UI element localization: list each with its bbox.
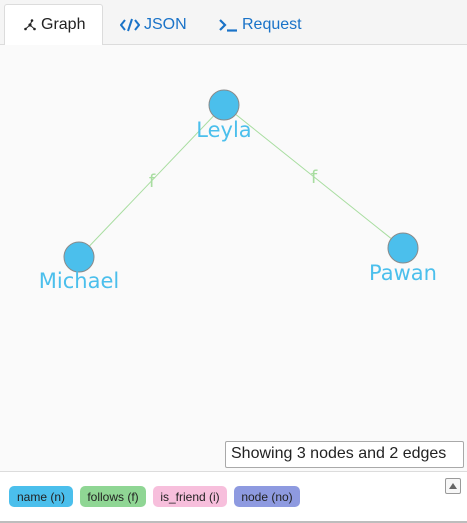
graph-edge-label: f xyxy=(311,167,318,188)
legend-chip-is-friend[interactable]: is_friend (i) xyxy=(153,486,227,507)
tab-json-label: JSON xyxy=(144,15,187,33)
graph-edge-label: f xyxy=(149,171,156,192)
tab-graph[interactable]: Graph xyxy=(4,4,103,46)
node-pawan[interactable] xyxy=(387,232,419,264)
tab-graph-label: Graph xyxy=(41,16,86,33)
terminal-icon xyxy=(218,18,238,32)
tab-bar: Graph JSON Request xyxy=(0,0,467,46)
tab-request-label: Request xyxy=(242,15,302,33)
graph-canvas[interactable]: f f Leyla Michael Pawan xyxy=(0,45,467,471)
legend-chip-follows[interactable]: follows (f) xyxy=(80,486,146,507)
code-icon xyxy=(120,18,140,32)
legend-collapse-button[interactable] xyxy=(445,478,461,494)
graph-svg: f f Leyla Michael Pawan xyxy=(39,89,437,293)
legend-chip-node[interactable]: node (no) xyxy=(234,486,300,507)
legend-bar: name (n) follows (f) is_friend (i) node … xyxy=(0,471,467,521)
node-michael-label: Michael xyxy=(39,269,119,293)
node-michael[interactable] xyxy=(63,241,95,273)
graph-view-panel: Graph JSON Request f f Leyla Michael Pawa… xyxy=(0,0,467,523)
legend-chip-name[interactable]: name (n) xyxy=(9,486,73,507)
graph-icon xyxy=(23,18,37,32)
tab-request[interactable]: Request xyxy=(216,4,326,45)
tab-json[interactable]: JSON xyxy=(118,4,198,45)
node-leyla-label: Leyla xyxy=(196,118,251,142)
node-pawan-label: Pawan xyxy=(369,261,437,285)
collapse-up-icon xyxy=(448,477,458,495)
graph-status: Showing 3 nodes and 2 edges xyxy=(225,441,464,468)
node-leyla[interactable] xyxy=(208,89,240,121)
